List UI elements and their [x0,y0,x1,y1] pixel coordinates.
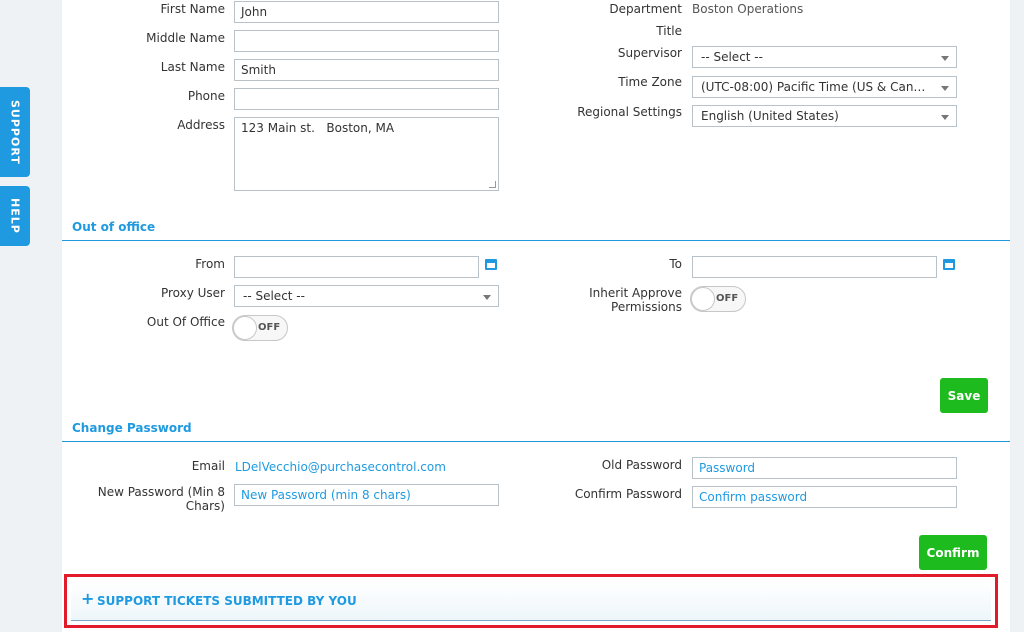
change-password-heading: Change Password [72,421,192,435]
to-label: To [669,257,682,271]
proxy-user-select[interactable]: -- Select -- [234,285,499,307]
section-divider [62,240,1010,241]
email-label: Email [191,459,225,473]
calendar-icon[interactable] [485,259,497,270]
supervisor-label: Supervisor [617,46,682,60]
inherit-approve-toggle[interactable]: OFF [690,286,746,312]
toggle-knob [691,287,715,311]
confirm-password-input[interactable]: Confirm password [692,486,957,508]
to-date-input[interactable] [692,256,937,278]
regional-settings-label: Regional Settings [577,105,682,119]
inherit-approve-label: Inherit Approve Permissions [589,286,682,314]
support-tickets-header[interactable]: + SUPPORT TICKETS SUBMITTED BY YOU [71,581,991,621]
profile-panel: First Name John Middle Name Last Name Sm… [62,0,1010,632]
plus-icon: + [81,589,95,608]
chevron-down-icon [941,56,949,61]
middle-name-input[interactable] [234,30,499,52]
chevron-down-icon [483,295,491,300]
timezone-select[interactable]: (UTC-08:00) Pacific Time (US & Can… [692,76,957,98]
timezone-label: Time Zone [618,75,682,89]
proxy-user-label: Proxy User [160,286,225,300]
department-value: Boston Operations [692,2,804,16]
from-date-input[interactable] [234,256,479,278]
calendar-icon[interactable] [943,259,955,270]
first-name-label: First Name [160,2,225,16]
toggle-knob [233,316,257,340]
support-tab[interactable]: SUPPORT [0,87,30,177]
department-label: Department [609,2,682,16]
resize-handle[interactable] [489,181,496,188]
last-name-input[interactable]: Smith [234,59,499,81]
from-label: From [195,257,225,271]
first-name-input[interactable]: John [234,1,499,23]
email-value: LDelVecchio@purchasecontrol.com [235,460,446,474]
supervisor-select[interactable]: -- Select -- [692,46,957,68]
section-divider [62,441,1010,442]
new-password-input[interactable]: New Password (min 8 chars) [234,484,499,506]
out-of-office-toggle[interactable]: OFF [232,315,288,341]
out-of-office-heading: Out of office [72,220,156,234]
phone-input[interactable] [234,88,499,110]
address-textarea[interactable]: 123 Main st. Boston, MA [234,117,499,191]
new-password-label: New Password (Min 8 Chars) [97,485,225,513]
last-name-label: Last Name [160,60,225,74]
old-password-label: Old Password [601,458,682,472]
middle-name-label: Middle Name [146,31,225,45]
confirm-button[interactable]: Confirm [919,535,987,570]
address-label: Address [177,118,225,132]
support-tickets-title: SUPPORT TICKETS SUBMITTED BY YOU [97,594,357,608]
help-tab[interactable]: HELP [0,186,30,246]
chevron-down-icon [941,86,949,91]
old-password-input[interactable]: Password [692,457,957,479]
confirm-password-label: Confirm Password [574,487,682,501]
regional-settings-select[interactable]: English (United States) [692,105,957,127]
phone-label: Phone [187,89,225,103]
address-value: 123 Main st. Boston, MA [241,121,395,135]
save-button[interactable]: Save [940,378,988,413]
support-tickets-section[interactable]: + SUPPORT TICKETS SUBMITTED BY YOU [64,574,998,628]
chevron-down-icon [941,115,949,120]
title-label: Title [656,24,682,38]
out-of-office-label: Out Of Office [146,315,225,329]
